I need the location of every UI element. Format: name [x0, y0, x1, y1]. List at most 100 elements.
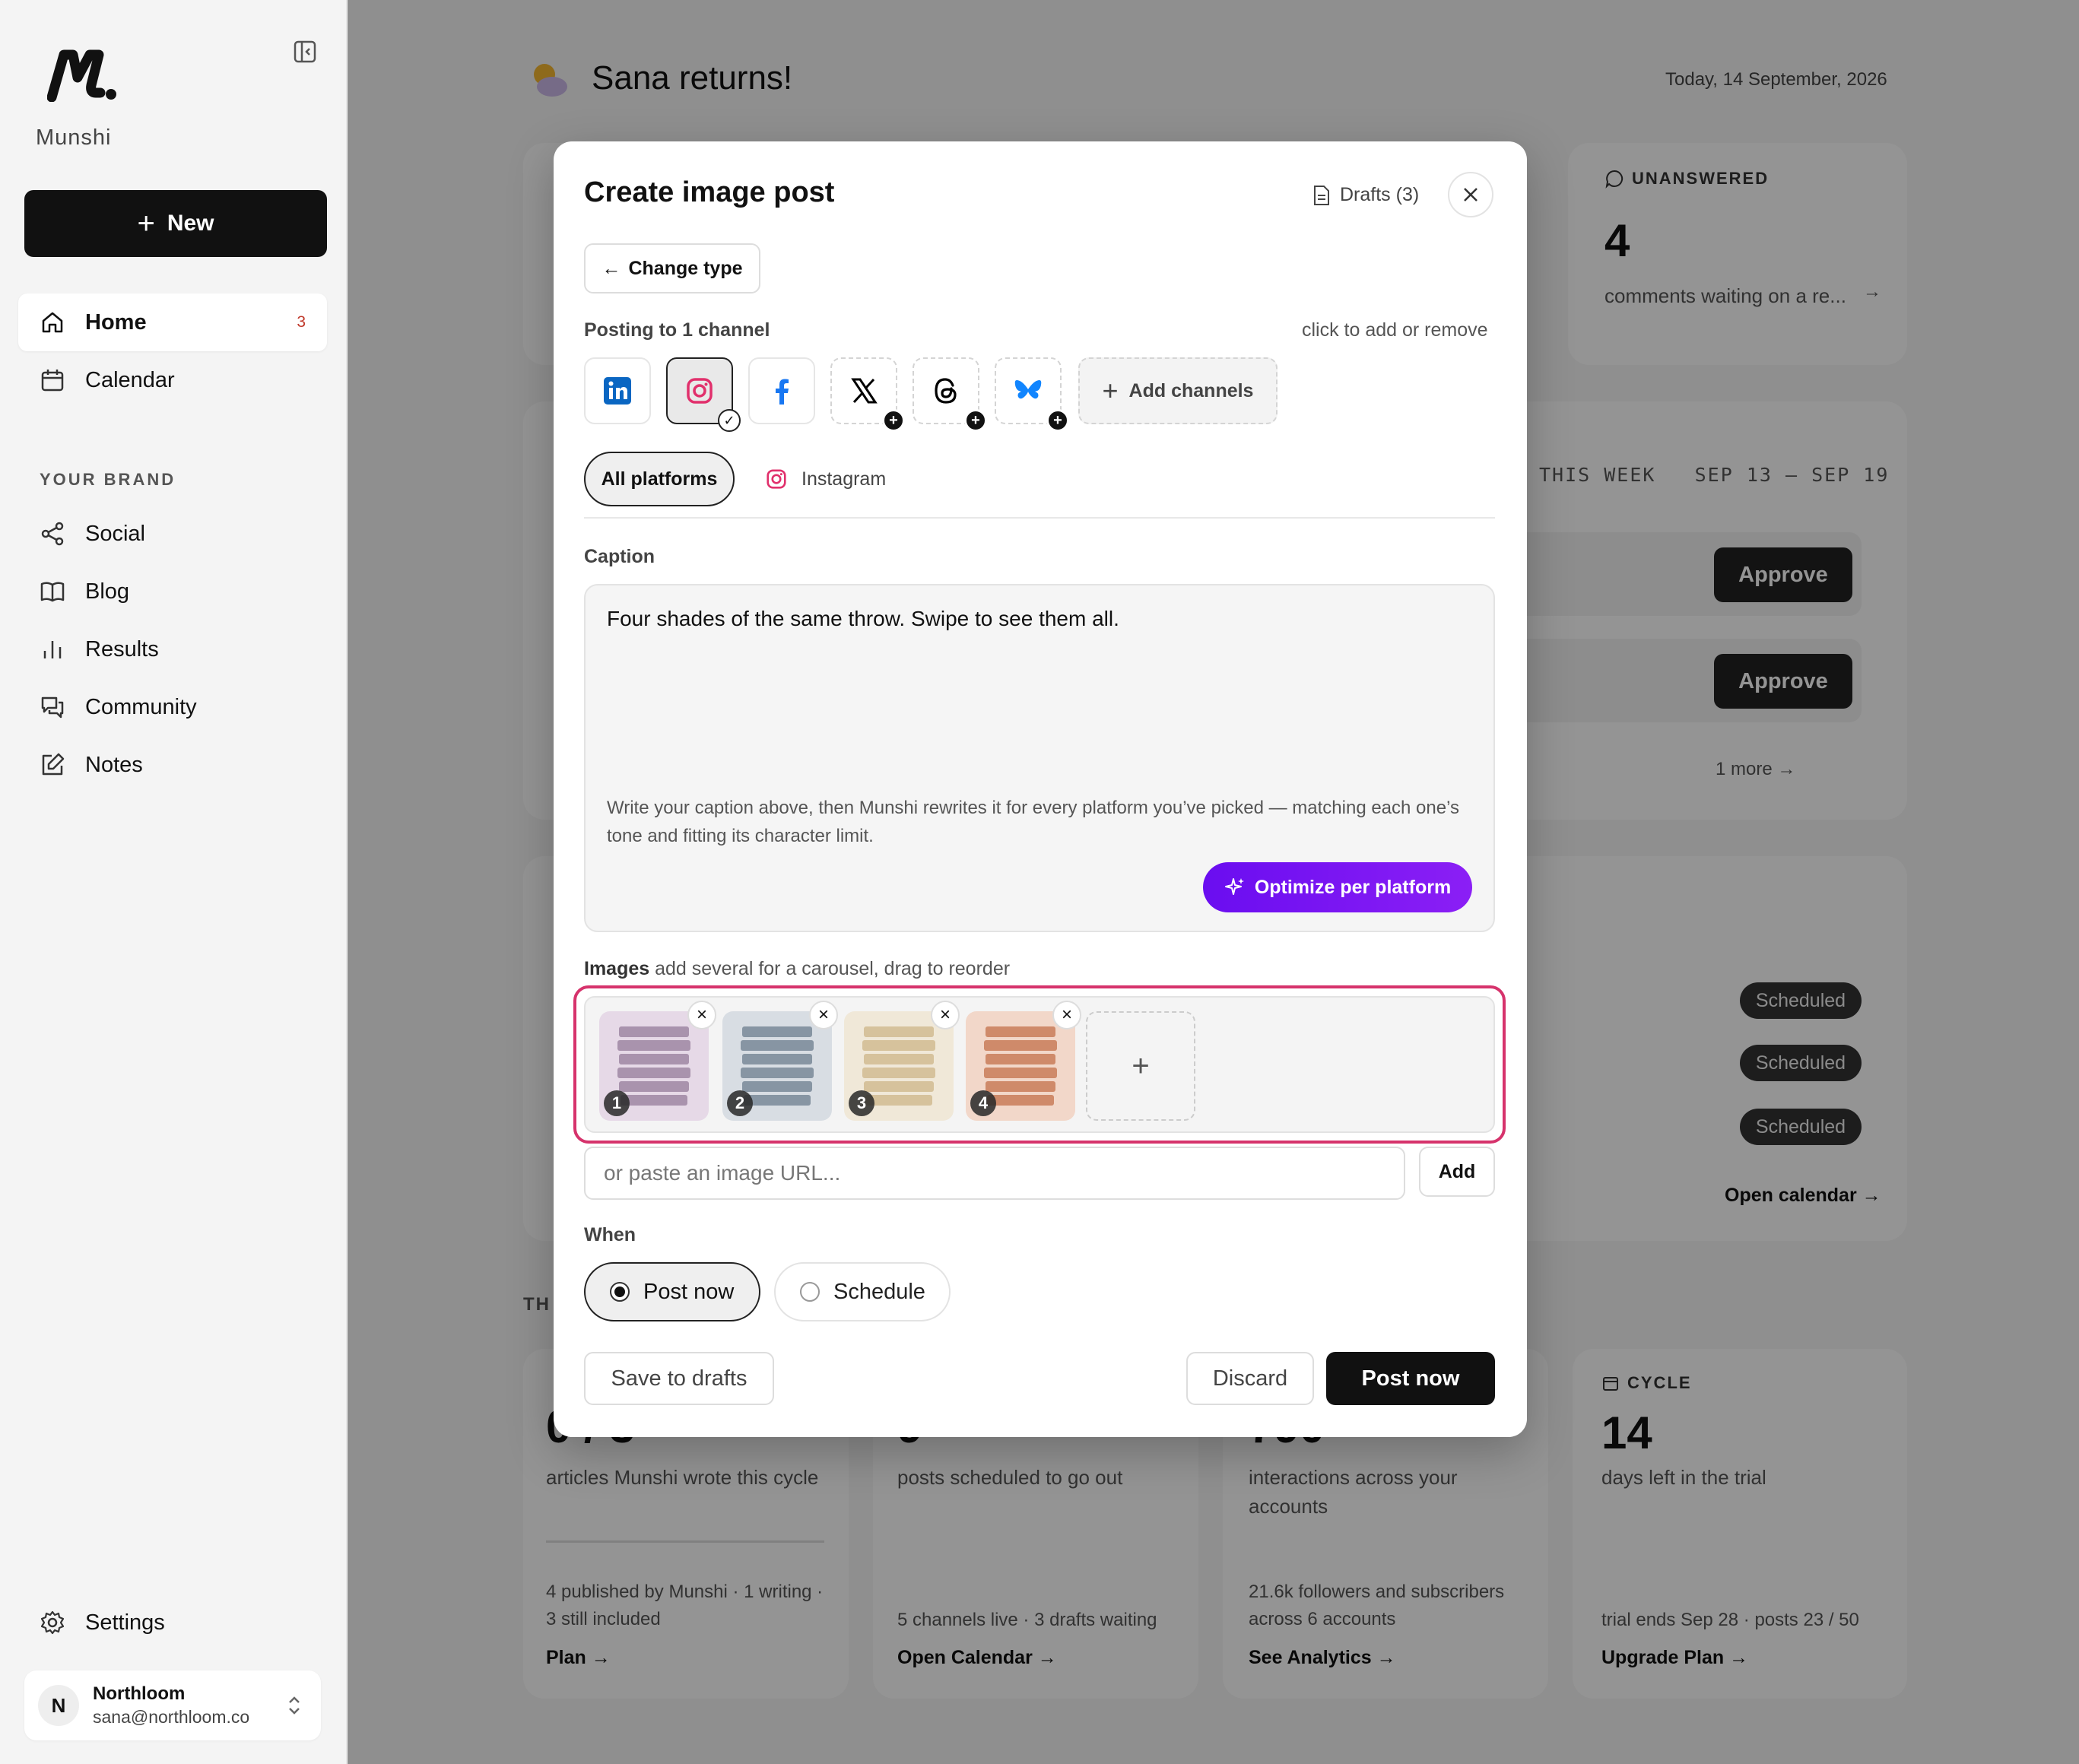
radio-schedule[interactable]: Schedule: [774, 1262, 951, 1321]
sidebar-item-notes[interactable]: Notes: [18, 736, 327, 794]
share-icon: [41, 522, 64, 546]
caption-label: Caption: [584, 546, 655, 567]
image-order-number: 3: [849, 1090, 874, 1116]
radio-post-now[interactable]: Post now: [584, 1262, 760, 1321]
divider: [584, 517, 1495, 519]
brand-name: Munshi: [36, 125, 112, 150]
threads-icon: [935, 378, 957, 404]
image-thumb-1[interactable]: 1: [599, 1011, 709, 1121]
sidebar-item-label: Social: [85, 521, 145, 546]
channel-linkedin[interactable]: [584, 357, 651, 424]
sidebar-item-label: Home: [85, 309, 147, 335]
image-url-input[interactable]: [584, 1147, 1405, 1200]
sidebar-item-community[interactable]: Community: [18, 678, 327, 736]
sidebar: Munshi + New Home 3 Calendar YOUR BRAND …: [0, 0, 347, 1764]
plus-icon: +: [964, 409, 987, 432]
caption-value[interactable]: Four shades of the same throw. Swipe to …: [607, 607, 1119, 631]
close-icon: ×: [817, 1004, 829, 1025]
when-label: When: [584, 1224, 636, 1245]
channel-bluesky[interactable]: +: [995, 357, 1069, 432]
check-icon: ✓: [718, 409, 741, 432]
sidebar-item-settings[interactable]: Settings: [18, 1594, 327, 1651]
image-thumb-3[interactable]: 3: [844, 1011, 954, 1121]
dialog-title: Create image post: [584, 176, 835, 208]
remove-image-button[interactable]: ×: [931, 1001, 960, 1030]
section-label-your-brand: YOUR BRAND: [40, 470, 176, 489]
account-email: sana@northloom.co: [93, 1707, 250, 1727]
sidebar-item-home[interactable]: Home 3: [18, 293, 327, 351]
remove-image-button[interactable]: ×: [1052, 1001, 1081, 1030]
sparkle-icon: [1224, 878, 1244, 895]
home-badge: 3: [297, 313, 306, 331]
bar-chart-icon: [43, 641, 62, 658]
calendar-icon: [41, 370, 64, 392]
channel-facebook[interactable]: [748, 357, 815, 424]
sidebar-item-label: Blog: [85, 579, 130, 604]
bluesky-icon: [1014, 380, 1042, 399]
channel-hint: click to add or remove: [1302, 319, 1488, 341]
chat-icon: [41, 696, 64, 719]
image-order-number: 1: [604, 1090, 630, 1116]
image-order-number: 4: [970, 1090, 996, 1116]
close-icon: ×: [1061, 1004, 1072, 1025]
sidebar-item-label: Calendar: [85, 367, 175, 392]
add-image-slot[interactable]: +: [1086, 1011, 1195, 1121]
sidebar-item-results[interactable]: Results: [18, 620, 327, 678]
plus-icon: +: [137, 207, 155, 240]
tab-instagram[interactable]: Instagram: [765, 452, 886, 506]
book-icon: [40, 582, 65, 602]
add-url-button[interactable]: Add: [1419, 1147, 1495, 1197]
gear-icon: [40, 1610, 65, 1635]
new-button[interactable]: + New: [24, 190, 327, 257]
instagram-icon: [767, 469, 786, 489]
plus-icon: +: [882, 409, 905, 432]
tab-all-platforms[interactable]: All platforms: [584, 452, 735, 506]
close-icon: [1464, 188, 1478, 201]
facebook-icon: [776, 379, 789, 405]
close-icon: ×: [696, 1004, 707, 1025]
munshi-logo-icon[interactable]: [47, 47, 117, 102]
radio-empty-icon: [800, 1282, 820, 1302]
instagram-icon: [687, 378, 713, 404]
save-to-drafts-button[interactable]: Save to drafts: [584, 1352, 774, 1405]
caption-help-text: Write your caption above, then Munshi re…: [607, 798, 1459, 846]
optimize-per-platform-button[interactable]: Optimize per platform: [1203, 862, 1472, 912]
document-icon: [1314, 185, 1329, 205]
chevron-updown-icon: [289, 1696, 300, 1715]
sidebar-item-calendar[interactable]: Calendar: [18, 351, 327, 409]
add-channels-button[interactable]: + Add channels: [1078, 357, 1278, 424]
sidebar-item-label: Settings: [85, 1610, 165, 1635]
channel-x[interactable]: +: [830, 357, 905, 432]
create-image-post-dialog: Create image post Drafts (3) ← Change ty…: [554, 141, 1527, 1437]
sidebar-item-label: Notes: [85, 752, 143, 777]
post-now-button[interactable]: Post now: [1326, 1352, 1495, 1405]
remove-image-button[interactable]: ×: [687, 1001, 716, 1030]
plus-icon: +: [1046, 409, 1069, 432]
collapse-sidebar-icon[interactable]: [293, 40, 317, 64]
new-button-label: New: [167, 211, 214, 236]
radio-selected-icon: [610, 1282, 630, 1302]
arrow-left-icon: ←: [601, 257, 621, 279]
discard-button[interactable]: Discard: [1186, 1352, 1314, 1405]
image-thumb-4[interactable]: 4: [966, 1011, 1075, 1121]
channel-instagram[interactable]: ✓: [666, 357, 741, 432]
x-icon: [851, 378, 878, 404]
edit-note-icon: [42, 753, 65, 776]
channel-threads[interactable]: +: [913, 357, 987, 432]
avatar: N: [38, 1685, 79, 1726]
close-icon: ×: [939, 1004, 951, 1025]
home-icon: [42, 312, 63, 333]
sidebar-item-blog[interactable]: Blog: [18, 563, 327, 620]
drafts-button[interactable]: Drafts (3): [1312, 184, 1419, 206]
change-type-button[interactable]: ← Change type: [584, 243, 760, 293]
remove-image-button[interactable]: ×: [809, 1001, 838, 1030]
plus-icon: +: [1132, 1049, 1150, 1083]
sidebar-item-social[interactable]: Social: [18, 505, 327, 563]
image-thumb-2[interactable]: 2: [722, 1011, 832, 1121]
linkedin-icon: [604, 377, 631, 405]
account-name: Northloom: [93, 1683, 186, 1704]
plus-icon: +: [1102, 375, 1119, 406]
images-label: Images add several for a carousel, drag …: [584, 958, 1011, 979]
close-button[interactable]: [1448, 172, 1493, 217]
account-switcher[interactable]: N Northloom sana@northloom.co: [24, 1670, 321, 1740]
